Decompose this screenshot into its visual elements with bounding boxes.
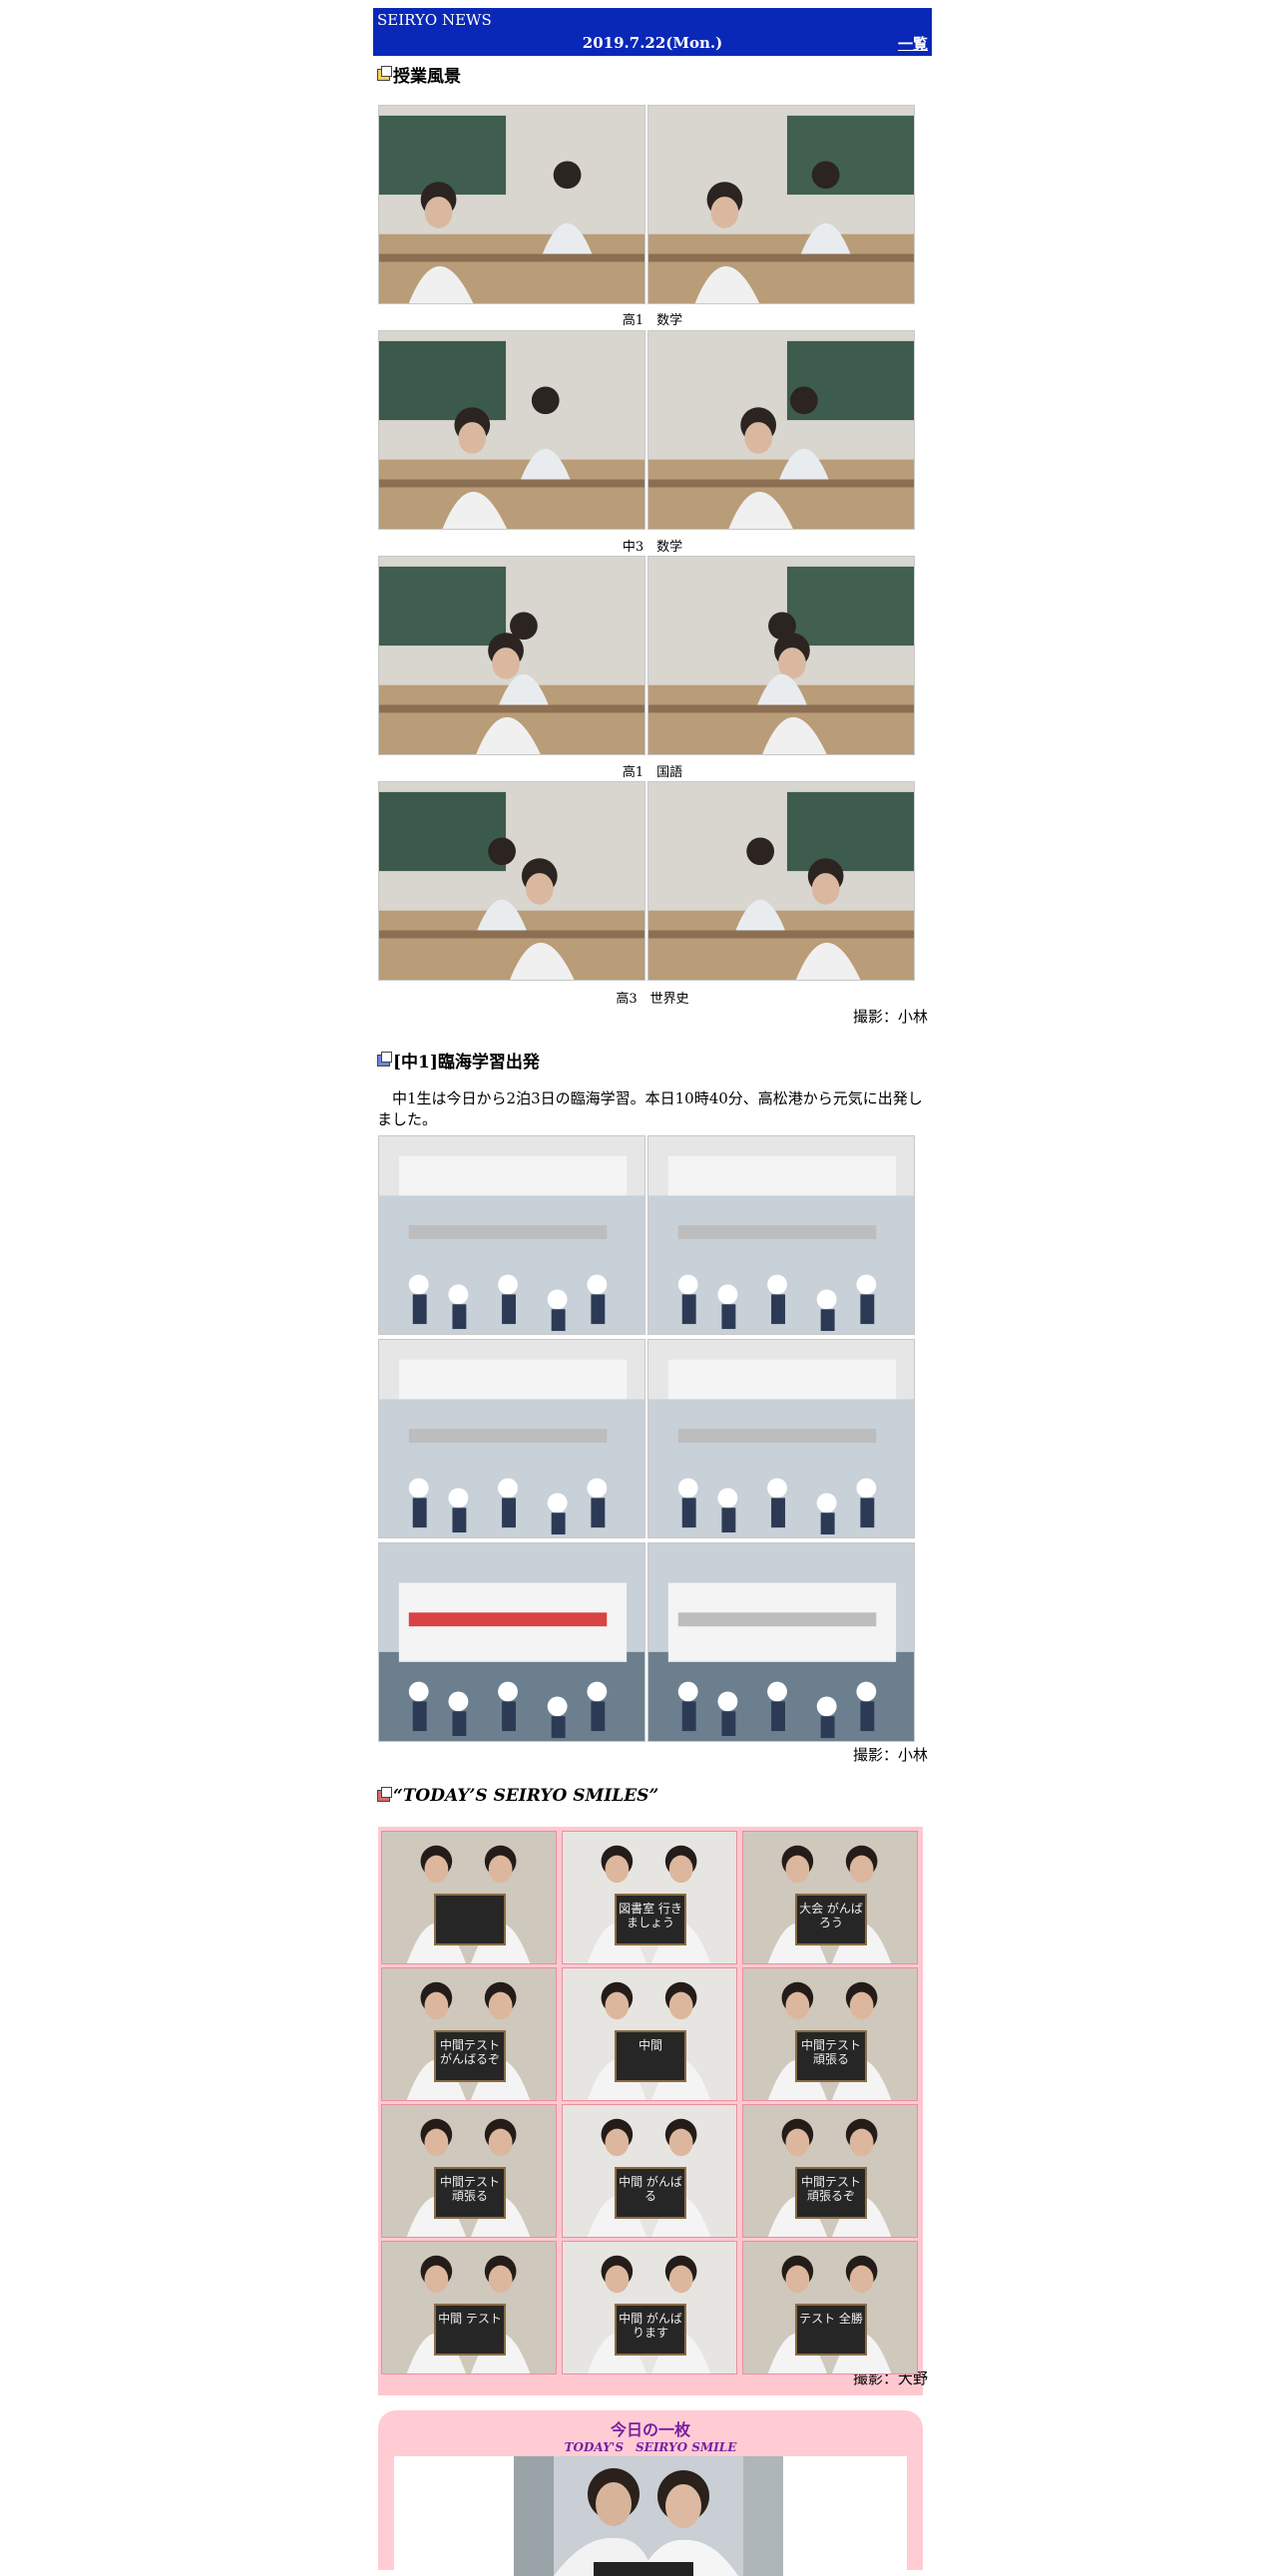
lesson-photo bbox=[378, 781, 645, 981]
chalkboard-sign: 中間 がんばります bbox=[615, 2304, 686, 2356]
smile-photo: 中間テスト 頑張る bbox=[742, 1967, 918, 2101]
seaside-trip-photo bbox=[378, 1542, 645, 1742]
smile-photo: 中間テスト頑張る bbox=[381, 2104, 557, 2238]
lesson-photo bbox=[378, 556, 645, 755]
smile-photo: テスト 全勝 bbox=[742, 2241, 918, 2374]
chalkboard-sign: 中間テスト がんばるぞ bbox=[434, 2030, 506, 2082]
site-brand: SEIRYO NEWS bbox=[377, 11, 492, 29]
chalkboard-sign bbox=[434, 1894, 506, 1945]
photo-of-the-day-image bbox=[514, 2456, 783, 2576]
smile-photo: 中間テスト 頑張るぞ bbox=[742, 2104, 918, 2238]
lesson-photo bbox=[378, 330, 645, 530]
smile-photo bbox=[381, 1831, 557, 1964]
news-item-icon bbox=[377, 65, 392, 81]
photo-of-the-day-subtitle: TODAY'S SEIRYO SMILE bbox=[564, 2440, 737, 2454]
news-item-icon bbox=[377, 1051, 392, 1067]
news-date: 2019.7.22(Mon.) bbox=[582, 34, 723, 52]
smile-photo: 中間テスト がんばるぞ bbox=[381, 1967, 557, 2101]
section-title-text: “TODAY’S SEIRYO SMILES” bbox=[393, 1786, 659, 1806]
section-title-text: 授業風景 bbox=[393, 67, 461, 87]
photo-caption: 高1 国語 bbox=[622, 765, 683, 780]
lesson-photo bbox=[647, 556, 915, 755]
section-title-seaside: [中1]臨海学習出発 bbox=[377, 1048, 540, 1073]
photo-of-the-day-frame bbox=[394, 2456, 907, 2576]
news-item-icon bbox=[377, 1787, 392, 1802]
chalkboard-sign: 中間 がんばる bbox=[615, 2167, 686, 2219]
seaside-trip-photo bbox=[378, 1135, 645, 1335]
smile-photo: 中間 テスト bbox=[381, 2241, 557, 2374]
photo-credit: 撮影：小林 bbox=[852, 1008, 928, 1026]
chalkboard-sign: 図書室 行きましょう bbox=[615, 1894, 686, 1945]
chalkboard-sign: 中間 テスト bbox=[434, 2304, 506, 2356]
list-link[interactable]: 一覧 bbox=[898, 33, 928, 54]
seaside-trip-photo bbox=[378, 1339, 645, 1538]
chalkboard-sign: 中間テスト 頑張る bbox=[795, 2030, 867, 2082]
smile-photo: 中間 bbox=[562, 1967, 737, 2101]
photo-caption: 高3 世界史 bbox=[616, 992, 689, 1007]
lesson-photo bbox=[647, 105, 915, 304]
lesson-photo bbox=[378, 105, 645, 304]
seaside-trip-photo bbox=[647, 1135, 915, 1335]
seaside-trip-photo bbox=[647, 1339, 915, 1538]
seaside-trip-photo bbox=[647, 1542, 915, 1742]
photo-caption: 高1 数学 bbox=[622, 313, 683, 328]
section-title-lessons: 授業風景 bbox=[377, 62, 461, 87]
chalkboard-sign: テスト 全勝 bbox=[795, 2304, 867, 2356]
section-title-text: [中1]臨海学習出発 bbox=[393, 1053, 540, 1073]
photo-caption: 中3 数学 bbox=[622, 540, 683, 555]
chalkboard-sign: 中間 bbox=[615, 2030, 686, 2082]
smile-photo: 大会 がんばろう bbox=[742, 1831, 918, 1964]
news-header: SEIRYO NEWS 2019.7.22(Mon.) 一覧 bbox=[373, 8, 932, 56]
photo-of-the-day: 今日の一枚 TODAY'S SEIRYO SMILE bbox=[378, 2410, 923, 2576]
article-body: 中1生は今日から2泊3日の臨海学習。本日10時40分、高松港から元気に出発しまし… bbox=[377, 1089, 923, 1128]
chalkboard-sign: 大会 がんばろう bbox=[795, 1894, 867, 1945]
lesson-photo bbox=[647, 330, 915, 530]
smile-photo: 図書室 行きましょう bbox=[562, 1831, 737, 1964]
smile-photo: 中間 がんばる bbox=[562, 2104, 737, 2238]
photo-credit: 撮影：小林 bbox=[852, 1746, 928, 1764]
chalkboard-sign: 中間テスト 頑張るぞ bbox=[795, 2167, 867, 2219]
lesson-photo bbox=[647, 781, 915, 981]
smile-photo: 中間 がんばります bbox=[562, 2241, 737, 2374]
photo-of-the-day-title: 今日の一枚 bbox=[610, 2420, 690, 2439]
section-title-smiles: “TODAY’S SEIRYO SMILES” bbox=[377, 1786, 658, 1806]
chalkboard-sign: 中間テスト頑張る bbox=[434, 2167, 506, 2219]
